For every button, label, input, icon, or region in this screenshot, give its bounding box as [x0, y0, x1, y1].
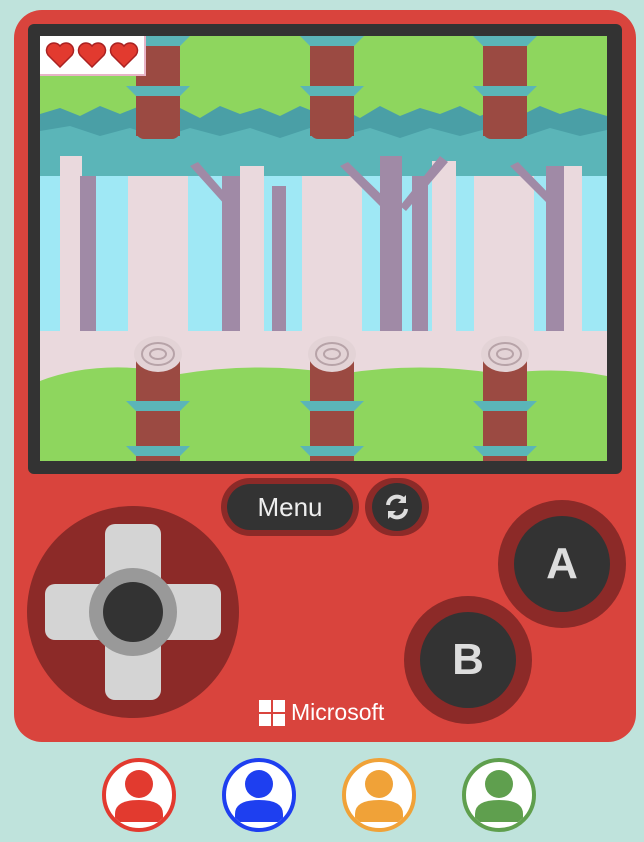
a-button[interactable]: A	[514, 516, 610, 612]
dpad-center-knob	[103, 582, 163, 642]
reset-button[interactable]	[372, 483, 422, 531]
player-1-button[interactable]	[102, 758, 176, 832]
dpad-center	[89, 568, 177, 656]
dpad	[27, 506, 239, 718]
menu-button[interactable]: Menu	[227, 484, 353, 530]
player-2-button[interactable]	[222, 758, 296, 832]
game-scene	[40, 36, 607, 461]
dpad-up-button[interactable]	[105, 524, 161, 574]
heart-icon	[77, 42, 107, 68]
reset-button-ring	[365, 478, 429, 536]
player-selector	[0, 758, 644, 842]
refresh-icon	[386, 494, 408, 520]
game-screen[interactable]	[40, 36, 607, 461]
player-avatar-icon	[115, 770, 163, 822]
brand-name: Microsoft	[291, 699, 385, 725]
lives-display	[40, 36, 146, 76]
dpad-right-button[interactable]	[171, 584, 221, 640]
dpad-down-button[interactable]	[105, 650, 161, 700]
player-avatar-icon	[475, 770, 523, 822]
player-3-button[interactable]	[342, 758, 416, 832]
a-button-ring: A	[498, 500, 626, 628]
b-button[interactable]: B	[420, 612, 516, 708]
player-avatar-icon	[235, 770, 283, 822]
heart-icon	[109, 42, 139, 68]
windows-logo-icon	[259, 699, 285, 726]
game-console: Menu A B Microsoft	[14, 10, 636, 742]
player-avatar-icon	[355, 770, 403, 822]
b-button-ring: B	[404, 596, 532, 724]
brand: Microsoft	[259, 699, 384, 726]
heart-icon	[45, 42, 75, 68]
menu-button-ring: Menu	[221, 478, 359, 536]
player-4-button[interactable]	[462, 758, 536, 832]
dpad-left-button[interactable]	[45, 584, 95, 640]
screen-frame	[28, 24, 622, 474]
